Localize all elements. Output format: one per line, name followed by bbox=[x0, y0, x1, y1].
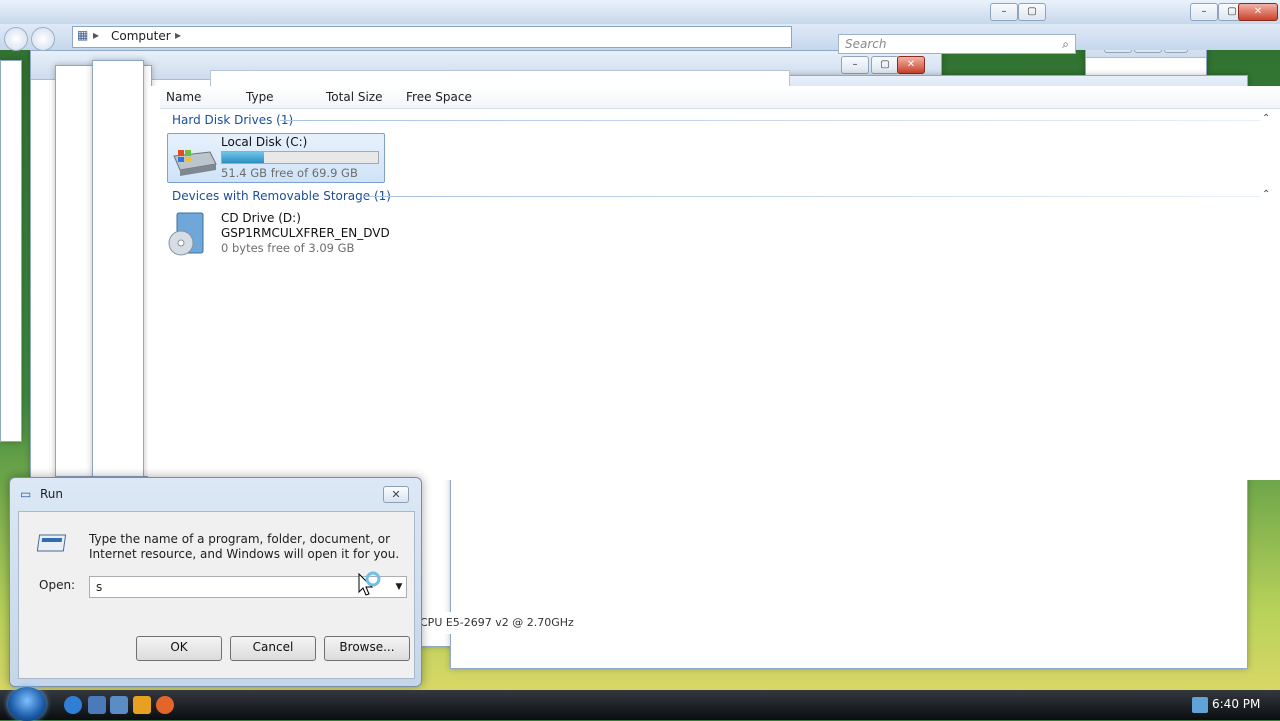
search-placeholder: Search bbox=[845, 37, 887, 51]
group-header-hard-disk-drives[interactable]: Hard Disk Drives (1) bbox=[172, 113, 293, 127]
drive-name: CD Drive (D:) bbox=[221, 211, 301, 225]
network-tray-icon[interactable] bbox=[1192, 697, 1208, 713]
search-input[interactable]: Search ⌕ bbox=[838, 34, 1076, 54]
group-divider bbox=[364, 196, 1260, 197]
chevron-right-icon: ▸ bbox=[93, 28, 100, 42]
back-button[interactable] bbox=[4, 27, 28, 51]
drive-item-cd-drive-d[interactable]: CD Drive (D:) GSP1RMCULXFRER_EN_DVD 0 by… bbox=[167, 209, 390, 257]
background-window[interactable] bbox=[92, 60, 144, 477]
search-icon[interactable]: ⌕ bbox=[1062, 35, 1069, 53]
column-header-row: Name Type Total Size Free Space bbox=[160, 86, 1280, 109]
address-box[interactable]: ▦ ▸ Computer ▸ bbox=[72, 26, 792, 48]
drive-free-space: 0 bytes free of 3.09 GB bbox=[221, 241, 355, 255]
column-header-name[interactable]: Name bbox=[166, 90, 201, 104]
run-dialog-title: Run bbox=[40, 487, 64, 501]
busy-cursor-icon bbox=[358, 571, 381, 596]
cd-drive-icon bbox=[168, 212, 204, 256]
close-button[interactable]: ✕ bbox=[1238, 3, 1278, 21]
run-program-icon bbox=[37, 534, 67, 552]
taskbar-clock[interactable]: 6:40 PM bbox=[1212, 697, 1260, 711]
maximize-button[interactable]: ▢ bbox=[1018, 3, 1046, 21]
run-description: Type the name of a program, folder, docu… bbox=[89, 532, 400, 561]
drive-item-local-disk-c[interactable]: Local Disk (C:) 51.4 GB free of 69.9 GB bbox=[167, 133, 385, 183]
column-header-free-space[interactable]: Free Space bbox=[406, 90, 472, 104]
hard-drive-icon bbox=[173, 150, 217, 176]
address-bar-row: ▦ ▸ Computer ▸ bbox=[0, 24, 1280, 51]
computer-icon: ▦ bbox=[77, 28, 89, 42]
column-header-total-size[interactable]: Total Size bbox=[326, 90, 382, 104]
maximize-button[interactable]: ▢ bbox=[871, 56, 899, 74]
minimize-button[interactable]: – bbox=[841, 56, 869, 74]
collapse-chevron-icon[interactable]: ⌃ bbox=[1262, 189, 1270, 200]
run-dialog-body: Type the name of a program, folder, docu… bbox=[18, 511, 415, 679]
background-window-edge bbox=[0, 60, 22, 442]
drive-free-space: 51.4 GB free of 69.9 GB bbox=[221, 166, 358, 180]
open-label: Open: bbox=[39, 578, 76, 592]
run-icon: ▭ bbox=[20, 487, 32, 501]
dropdown-arrow-icon[interactable]: ▼ bbox=[391, 576, 407, 598]
ok-button[interactable]: OK bbox=[136, 636, 222, 661]
minimize-button[interactable]: – bbox=[990, 3, 1018, 21]
internet-explorer-icon[interactable] bbox=[64, 696, 82, 714]
column-header-type[interactable]: Type bbox=[246, 90, 274, 104]
close-button[interactable]: ✕ bbox=[383, 486, 409, 503]
taskbar bbox=[0, 690, 1280, 720]
chevron-right-icon[interactable]: ▸ bbox=[175, 28, 181, 42]
group-divider bbox=[280, 120, 1260, 121]
show-desktop-icon[interactable] bbox=[88, 696, 106, 714]
collapse-chevron-icon[interactable]: ⌃ bbox=[1262, 113, 1270, 124]
explorer-titlebar[interactable]: – ▢ ✕ – ▢ bbox=[0, 0, 1280, 25]
close-button[interactable]: ✕ bbox=[897, 56, 925, 74]
forward-button[interactable] bbox=[31, 27, 55, 51]
firefox-icon[interactable] bbox=[156, 696, 174, 714]
drive-volume-label: GSP1RMCULXFRER_EN_DVD bbox=[221, 226, 390, 240]
start-button[interactable] bbox=[8, 687, 46, 721]
drive-usage-fill bbox=[222, 152, 265, 163]
cpu-info-text: CPU E5-2697 v2 @ 2.70GHz bbox=[420, 616, 574, 629]
cancel-button[interactable]: Cancel bbox=[230, 636, 316, 661]
drive-usage-bar bbox=[221, 151, 379, 164]
breadcrumb[interactable]: Computer bbox=[111, 29, 171, 43]
browse-button[interactable]: Browse... bbox=[324, 636, 410, 661]
run-dialog[interactable]: ▭ Run ✕ Type the name of a program, fold… bbox=[9, 477, 422, 687]
drive-name: Local Disk (C:) bbox=[221, 135, 308, 149]
system-info-fragment: CPU E5-2697 v2 @ 2.70GHz bbox=[420, 612, 900, 634]
group-header-removable-storage[interactable]: Devices with Removable Storage (1) bbox=[172, 189, 391, 203]
switch-windows-icon[interactable] bbox=[110, 696, 128, 714]
media-player-icon[interactable] bbox=[133, 696, 151, 714]
minimize-button[interactable]: – bbox=[1190, 3, 1218, 21]
